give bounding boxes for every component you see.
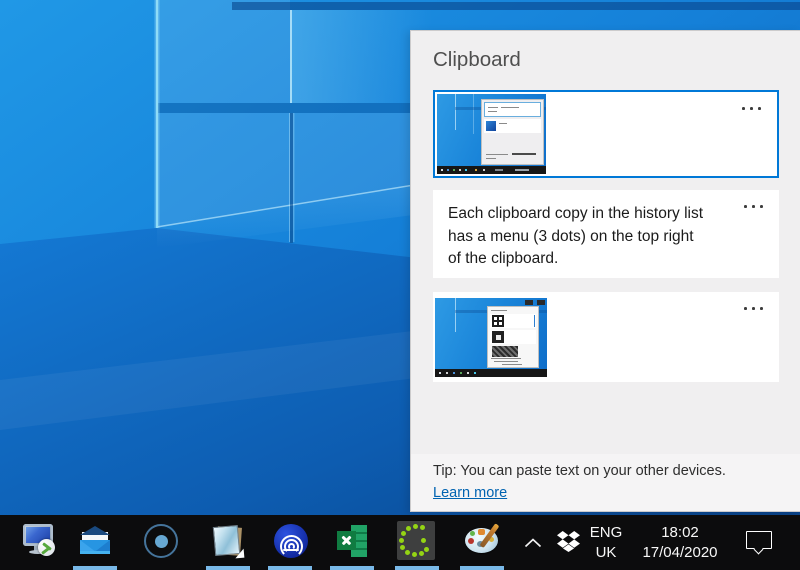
taskbar: ENG UK 18:02 17/04/2020	[0, 515, 800, 570]
item-menu-button-3[interactable]	[744, 307, 764, 311]
clipboard-history-panel: Clipboard	[410, 30, 800, 512]
tray-dropbox-icon[interactable]	[551, 515, 587, 570]
clipboard-thumbnail-2	[435, 298, 547, 377]
panel-title: Clipboard	[433, 48, 521, 72]
taskbar-notepad-icon[interactable]	[206, 515, 250, 570]
taskbar-mail-icon[interactable]	[73, 515, 117, 570]
tray-language-indicator[interactable]: ENG UK	[586, 523, 626, 562]
learn-more-link[interactable]: Learn more	[433, 485, 507, 501]
taskbar-excel-icon[interactable]	[330, 515, 374, 570]
clipboard-item-text[interactable]: Each clipboard copy in the history list …	[433, 190, 779, 278]
clipboard-text-content: Each clipboard copy in the history list …	[448, 203, 703, 271]
clipboard-item-image-2[interactable]	[433, 292, 779, 382]
windows-desktop: Clipboard	[0, 0, 800, 570]
taskbar-paint-palette-icon[interactable]	[460, 515, 504, 570]
taskbar-connect-app-icon[interactable]	[268, 515, 312, 570]
clipboard-item-image-1[interactable]	[433, 90, 779, 178]
tray-action-center-icon[interactable]	[733, 515, 783, 570]
clipboard-thumbnail-1	[437, 94, 546, 174]
item-menu-button-1[interactable]	[742, 107, 762, 111]
tray-overflow-chevron-icon[interactable]	[515, 515, 549, 570]
taskbar-steps-recorder-icon[interactable]	[139, 515, 183, 570]
taskbar-greenshot-icon[interactable]	[395, 515, 439, 570]
item-menu-button-2[interactable]	[744, 205, 764, 209]
tip-footer: Tip: You can paste text on your other de…	[411, 454, 800, 511]
taskbar-remote-desktop-icon[interactable]	[17, 515, 61, 570]
tip-text: Tip: You can paste text on your other de…	[433, 463, 726, 479]
tray-clock[interactable]: 18:02 17/04/2020	[628, 523, 732, 562]
